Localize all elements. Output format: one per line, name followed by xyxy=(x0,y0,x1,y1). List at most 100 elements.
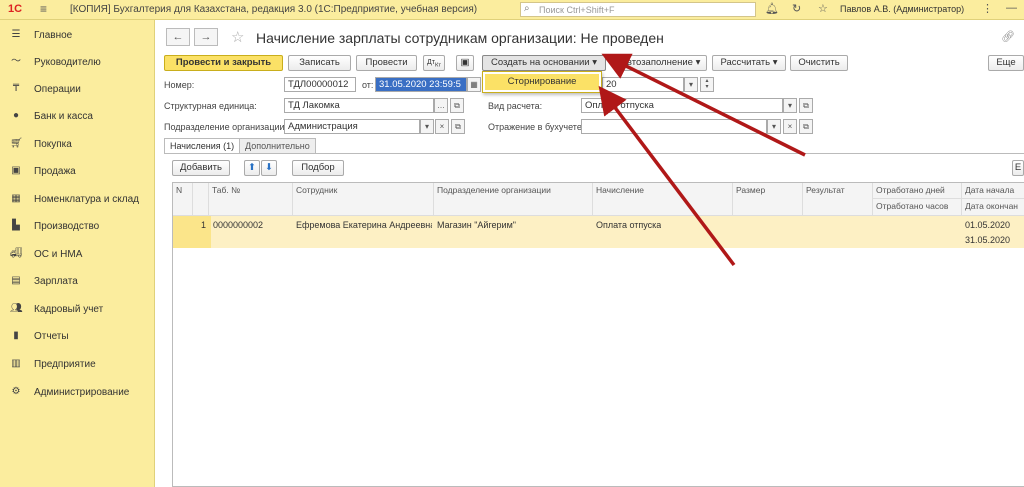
sidebar-item-hr[interactable]: 👥︎ Кадровый учет xyxy=(0,297,155,323)
sidebar-item-sales[interactable]: ▣ Продажа xyxy=(0,159,155,185)
unit-open-button[interactable]: ⧉ xyxy=(450,98,464,113)
select-button[interactable]: Подбор xyxy=(292,160,344,176)
add-row-button[interactable]: Добавить xyxy=(172,160,230,176)
sidebar-item-label: Номенклатура и склад xyxy=(34,194,139,205)
date-field[interactable]: 31.05.2020 23:59:5 xyxy=(375,77,467,92)
calculate-label: Рассчитать xyxy=(720,57,771,68)
more-button[interactable]: Еще xyxy=(988,55,1024,71)
department-clear-button[interactable]: × xyxy=(435,119,449,134)
clear-button[interactable]: Очистить xyxy=(790,55,848,71)
accounting-open-button[interactable]: ⧉ xyxy=(799,119,813,134)
number-field[interactable]: ТДЛ00000012 xyxy=(284,77,356,92)
save-button[interactable]: Записать xyxy=(288,55,351,71)
accounting-clear-button[interactable]: × xyxy=(783,119,797,134)
warehouse-icon: ▦ xyxy=(11,193,21,204)
global-search-input[interactable]: ⌕ Поиск Ctrl+Shift+F xyxy=(520,2,756,17)
accounting-dropdown-button[interactable]: ▾ xyxy=(767,119,781,134)
column-header-hours[interactable]: Отработано часов xyxy=(873,199,962,216)
sidebar-item-label: Отчеты xyxy=(34,331,69,342)
period-spinner[interactable]: ▴ ▾ xyxy=(700,77,714,92)
sidebar-item-manager[interactable]: 〜 Руководителю xyxy=(0,50,155,76)
unit-field[interactable]: ТД Лакомка xyxy=(284,98,434,113)
sidebar-item-operations[interactable]: ₸ Операции xyxy=(0,77,155,103)
create-based-on-label: Создать на основании xyxy=(491,57,590,68)
calculate-button[interactable]: Рассчитать ▾ xyxy=(712,55,786,71)
forward-button[interactable]: → xyxy=(194,28,218,46)
column-header-accrual[interactable]: Начисление xyxy=(593,183,733,216)
sidebar-item-salary[interactable]: ▤ Зарплата xyxy=(0,269,155,295)
structure-icon[interactable]: ▣ xyxy=(456,55,474,71)
bank-icon: ● xyxy=(12,110,20,121)
reports-icon: ▮ xyxy=(13,330,19,341)
sidebar-item-warehouse[interactable]: ▦ Номенклатура и склад xyxy=(0,187,155,213)
cell-employee: Ефремова Екатерина Андреевна xyxy=(296,220,432,230)
sidebar-item-label: Предприятие xyxy=(34,359,96,370)
post-button[interactable]: Провести xyxy=(356,55,417,71)
sidebar-item-fixed-assets[interactable]: 🚚︎ ОС и НМА xyxy=(0,242,155,268)
table-more-button[interactable]: Е xyxy=(1012,160,1024,176)
column-header-amount[interactable]: Размер xyxy=(733,183,803,216)
column-header-date-start[interactable]: Дата начала xyxy=(962,183,1024,199)
sidebar-item-reports[interactable]: ▮ Отчеты xyxy=(0,324,155,350)
accounting-field[interactable] xyxy=(581,119,767,134)
move-down-icon[interactable]: ⬇ xyxy=(261,160,277,176)
column-header-employee[interactable]: Сотрудник xyxy=(293,183,434,216)
sidebar-item-enterprise[interactable]: ▥ Предприятие xyxy=(0,352,155,378)
salary-icon: ▤ xyxy=(11,275,21,286)
more-vertical-icon[interactable]: ⋮ xyxy=(982,2,993,15)
number-label: Номер: xyxy=(164,80,195,90)
create-based-on-button[interactable]: Создать на основании ▾ xyxy=(482,55,606,71)
history-icon[interactable]: ↻ xyxy=(792,2,801,15)
tab-divider xyxy=(164,153,1024,154)
bell-icon[interactable]: 🔔︎ xyxy=(765,2,779,15)
table-row[interactable]: 1 0000000002 Ефремова Екатерина Андреевн… xyxy=(173,216,1024,248)
department-select-button[interactable]: ▾ xyxy=(420,119,434,134)
tab-additional[interactable]: Дополнительно xyxy=(239,138,316,153)
hamburger-menu-icon[interactable]: ≡ xyxy=(40,2,47,16)
minimize-icon[interactable]: — xyxy=(1006,2,1017,14)
calc-type-open-button[interactable]: ⧉ xyxy=(799,98,813,113)
department-field[interactable]: Администрация xyxy=(284,119,420,134)
sidebar-item-purchase[interactable]: 🛒︎ Покупка xyxy=(0,132,155,158)
sidebar-item-main[interactable]: ☰ Главное xyxy=(0,23,155,49)
back-button[interactable]: ← xyxy=(166,28,190,46)
search-icon: ⌕ xyxy=(524,3,530,14)
column-header-n[interactable]: N xyxy=(173,183,193,216)
autofill-button[interactable]: Автозаполнение ▾ xyxy=(614,55,707,71)
calc-type-label: Вид расчета: xyxy=(488,101,543,111)
column-header-department[interactable]: Подразделение организации xyxy=(434,183,593,216)
post-and-close-button[interactable]: Провести и закрыть xyxy=(164,55,283,71)
menu-icon: ☰ xyxy=(11,29,21,40)
period-dropdown-button[interactable]: ▾ xyxy=(684,77,698,92)
sidebar-item-bank[interactable]: ● Банк и касса xyxy=(0,104,155,130)
current-user[interactable]: Павлов А.В. (Администратор) xyxy=(840,4,964,14)
department-label: Подразделение организации: xyxy=(164,122,288,132)
period-field[interactable]: 20 xyxy=(602,77,684,92)
menu-item-storno[interactable]: Сторнирование xyxy=(485,74,599,90)
column-header-date-end[interactable]: Дата окончан xyxy=(962,199,1024,216)
unit-select-button[interactable]: … xyxy=(434,98,448,113)
calc-type-field[interactable]: Оплата отпуска xyxy=(581,98,783,113)
column-header-tab-no[interactable]: Таб. № xyxy=(209,183,293,216)
department-open-button[interactable]: ⧉ xyxy=(451,119,465,134)
column-header-result[interactable]: Результат xyxy=(803,183,873,216)
sidebar-item-administration[interactable]: ⚙ Администрирование xyxy=(0,380,155,406)
column-header-days[interactable]: Отработано дней xyxy=(873,183,962,199)
sidebar-item-production[interactable]: ▙ Производство xyxy=(0,214,155,240)
document-form: ← → ☆ Начисление зарплаты сотрудникам ор… xyxy=(156,20,1024,487)
link-icon[interactable]: 🔗︎ xyxy=(1001,30,1015,43)
calendar-icon[interactable]: ▦ xyxy=(467,77,481,92)
favorites-star-icon[interactable]: ☆ xyxy=(818,2,828,15)
autofill-label: Автозаполнение xyxy=(620,57,693,68)
trend-icon: 〜 xyxy=(11,56,21,67)
calc-type-dropdown-button[interactable]: ▾ xyxy=(783,98,797,113)
favorite-star-icon[interactable]: ☆ xyxy=(231,28,244,46)
move-up-icon[interactable]: ⬆ xyxy=(244,160,260,176)
sidebar-item-label: Операции xyxy=(34,84,81,95)
bag-icon: ▣ xyxy=(11,165,21,176)
operations-icon: ₸ xyxy=(12,83,20,94)
sidebar-item-label: Покупка xyxy=(34,139,72,150)
accounting-label: Отражение в бухучете: xyxy=(488,122,585,132)
journal-entries-icon[interactable]: ДтКт xyxy=(423,55,445,71)
tab-accruals[interactable]: Начисления (1) xyxy=(164,138,241,153)
